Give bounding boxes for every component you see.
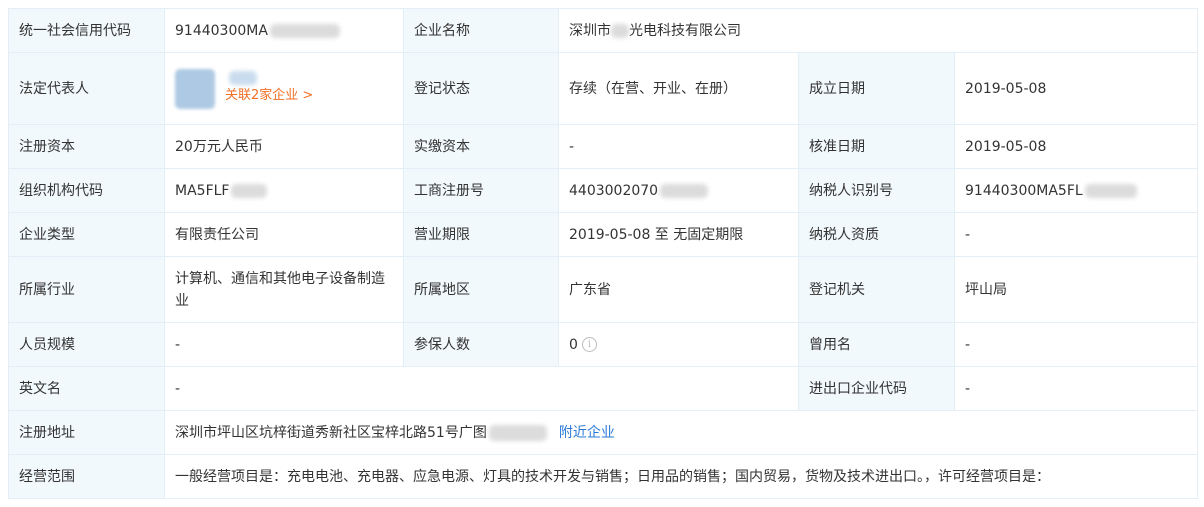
taxpayer-qual-value: - [953, 212, 1199, 257]
taxpayer-qual-label: 纳税人资质 [798, 212, 955, 257]
import-export-label: 进出口企业代码 [798, 366, 955, 411]
legal-rep-value: 关联2家企业 > [164, 52, 404, 125]
company-name-value: 深圳市 光电科技有限公司 [557, 8, 1199, 53]
table-row: 法定代表人 关联2家企业 > 登记状态 存续（在营、开业、在册） 成立日期 20… [8, 52, 1199, 125]
reg-address-value: 深圳市坪山区坑梓街道秀新社区宝梓北路51号广图 附近企业 [163, 410, 1199, 455]
redacted-blur [611, 23, 629, 38]
reg-address-label: 注册地址 [8, 410, 165, 455]
table-row: 企业类型 有限责任公司 营业期限 2019-05-08 至 无固定期限 纳税人资… [8, 212, 1199, 257]
found-date-value: 2019-05-08 [953, 52, 1199, 125]
company-info-panel: 统一社会信用代码 91440300MA 企业名称 深圳市 光电科技有限公司 法定代… [8, 8, 1199, 499]
former-name-value: - [953, 322, 1199, 367]
redacted-name-blur [229, 70, 257, 85]
reg-status-label: 登记状态 [403, 52, 559, 125]
paid-capital-value: - [558, 124, 799, 169]
reg-capital-label: 注册资本 [8, 124, 165, 169]
table-row: 所属行业 计算机、通信和其他电子设备制造业 所属地区 广东省 登记机关 坪山局 [8, 256, 1199, 323]
reg-authority-value: 坪山局 [953, 256, 1199, 323]
biz-reg-no-label: 工商注册号 [403, 168, 559, 213]
table-row: 注册地址 深圳市坪山区坑梓街道秀新社区宝梓北路51号广图 附近企业 [8, 410, 1199, 455]
paid-capital-label: 实缴资本 [403, 124, 559, 169]
industry-label: 所属行业 [8, 256, 165, 323]
region-value: 广东省 [558, 256, 799, 323]
staff-size-value: - [164, 322, 404, 367]
approve-date-label: 核准日期 [798, 124, 955, 169]
biz-scope-value: 一般经营项目是：充电电池、充电器、应急电源、灯具的技术开发与销售；日用品的销售；… [163, 454, 1199, 499]
redacted-blur [660, 183, 709, 198]
table-row: 注册资本 20万元人民币 实缴资本 - 核准日期 2019-05-08 [8, 124, 1199, 169]
table-row: 组织机构代码 MA5FLF 工商注册号 4403002070 纳税人识别号 91… [8, 168, 1199, 213]
insured-value: 0i [558, 322, 799, 367]
reg-authority-label: 登记机关 [798, 256, 955, 323]
insured-label: 参保人数 [403, 322, 559, 367]
industry-value: 计算机、通信和其他电子设备制造业 [164, 256, 404, 323]
region-label: 所属地区 [403, 256, 559, 323]
table-row: 经营范围 一般经营项目是：充电电池、充电器、应急电源、灯具的技术开发与销售；日用… [8, 454, 1199, 499]
company-type-value: 有限责任公司 [164, 212, 404, 257]
redacted-blur [1084, 183, 1137, 198]
former-name-label: 曾用名 [798, 322, 955, 367]
avatar[interactable] [175, 68, 215, 109]
english-name-label: 英文名 [8, 366, 165, 411]
biz-term-label: 营业期限 [403, 212, 559, 257]
taxpayer-id-value: 91440300MA5FL [953, 168, 1199, 213]
legal-rep-label: 法定代表人 [8, 52, 165, 125]
table-row: 人员规模 - 参保人数 0i 曾用名 - [8, 322, 1199, 367]
redacted-blur [488, 424, 547, 441]
table-row: 统一社会信用代码 91440300MA 企业名称 深圳市 光电科技有限公司 [8, 8, 1199, 53]
info-icon[interactable]: i [581, 337, 597, 352]
org-code-label: 组织机构代码 [8, 168, 165, 213]
redacted-blur [231, 183, 268, 198]
reg-capital-value: 20万元人民币 [164, 124, 404, 169]
english-name-value: - [164, 366, 799, 411]
redacted-blur [269, 23, 340, 38]
staff-size-label: 人员规模 [8, 322, 165, 367]
related-companies-link[interactable]: 关联2家企业 > [225, 85, 313, 107]
company-info-table: 统一社会信用代码 91440300MA 企业名称 深圳市 光电科技有限公司 法定代… [8, 8, 1199, 499]
nearby-companies-link[interactable]: 附近企业 [559, 425, 615, 441]
found-date-label: 成立日期 [798, 52, 955, 125]
org-code-value: MA5FLF [164, 168, 404, 213]
taxpayer-id-label: 纳税人识别号 [798, 168, 955, 213]
table-row: 英文名 - 进出口企业代码 - [8, 366, 1199, 411]
approve-date-value: 2019-05-08 [953, 124, 1199, 169]
company-name-label: 企业名称 [403, 8, 559, 53]
reg-status-value: 存续（在营、开业、在册） [558, 52, 799, 125]
import-export-value: - [953, 366, 1199, 411]
company-type-label: 企业类型 [8, 212, 165, 257]
credit-code-label: 统一社会信用代码 [8, 8, 165, 53]
biz-term-value: 2019-05-08 至 无固定期限 [558, 212, 799, 257]
biz-scope-label: 经营范围 [8, 454, 165, 499]
biz-reg-no-value: 4403002070 [558, 168, 799, 213]
credit-code-value: 91440300MA [164, 8, 404, 53]
